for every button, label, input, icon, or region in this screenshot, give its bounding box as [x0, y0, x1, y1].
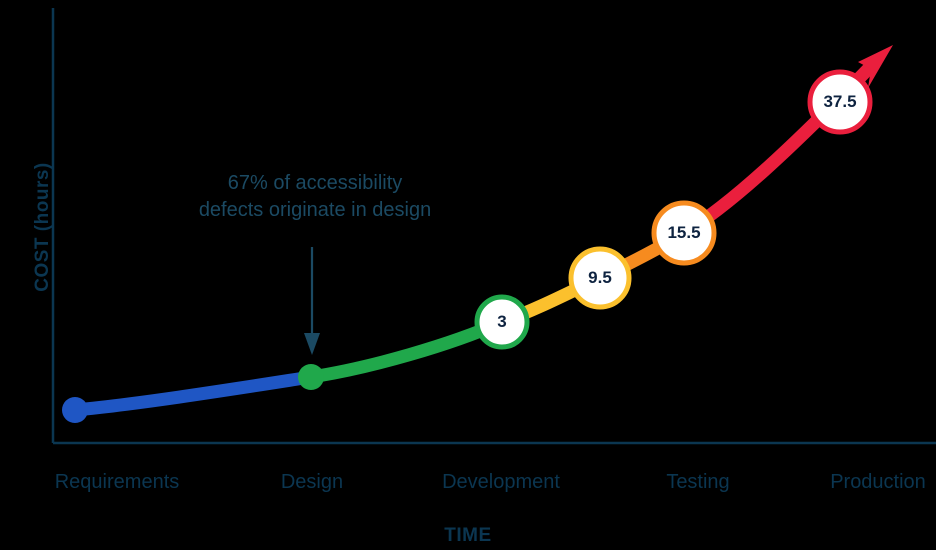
annotation-line-1: 67% of accessibility: [227, 172, 403, 194]
data-point-requirements: [62, 397, 88, 423]
data-label-development: 3: [497, 312, 507, 331]
cost-of-change-chart: 3 9.5 15.5 37.5 67% of accessibility def…: [0, 0, 936, 550]
axis-lines: [51, 8, 936, 445]
x-tick-label-production: Production: [830, 471, 926, 493]
x-tick-label-requirements: Requirements: [54, 471, 180, 493]
chart-canvas: [51, 8, 936, 445]
curve-segment-requirements-design: [68, 370, 318, 417]
x-tick-label-development: Development: [442, 471, 560, 493]
x-tick-label-testing: Testing: [666, 471, 730, 493]
x-axis-title: TIME: [444, 525, 492, 546]
data-point-design: [298, 364, 324, 390]
annotation-callout: 67% of accessibility defects originate i…: [150, 170, 480, 224]
data-label-integration: 15.5: [667, 223, 701, 242]
x-tick-label-design: Design: [280, 471, 344, 493]
data-label-production: 37.5: [823, 92, 857, 111]
y-axis-title: COST (hours): [32, 162, 53, 292]
curve-segment-design-development: [304, 315, 509, 384]
data-label-testing: 9.5: [588, 268, 612, 287]
cost-curve: [68, 55, 882, 417]
annotation-line-2: defects originate in design: [198, 199, 432, 221]
annotation-arrow-icon: [304, 247, 320, 355]
